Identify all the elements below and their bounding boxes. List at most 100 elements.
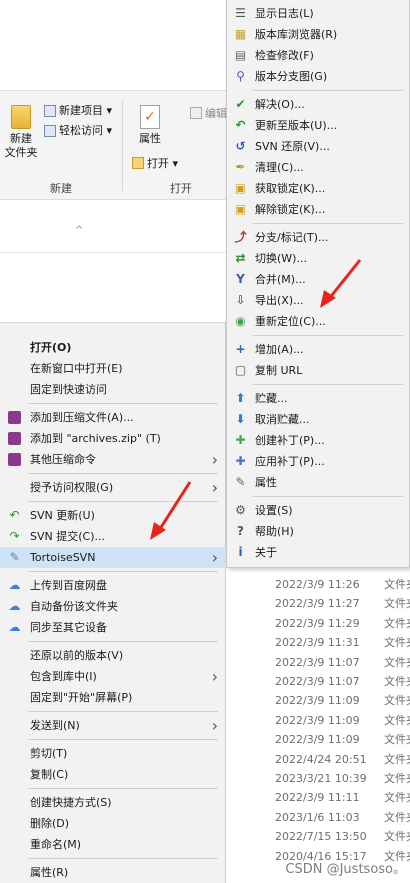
menu-item-label: 同步至其它设备: [30, 621, 107, 634]
submenu-item[interactable]: ⬆ 贮藏...: [227, 388, 409, 409]
properties-label: 属性: [139, 132, 161, 145]
submenu-item[interactable]: ✒ 清理(C)...: [227, 157, 409, 178]
table-row[interactable]: 2023/3/21 10:39 文件夹: [226, 768, 410, 789]
submenu-item[interactable]: ↶ 更新至版本(U)...: [227, 115, 409, 136]
submenu-item[interactable]: ⤴ 分支/标记(T)...: [227, 227, 409, 248]
menu-item[interactable]: 添加到 "archives.zip" (T): [0, 428, 226, 449]
table-row[interactable]: 2022/3/9 11:27 文件夹: [226, 593, 410, 614]
submenu-item[interactable]: ◉ 重新定位(C)...: [227, 311, 409, 332]
new-folder-button[interactable]: 新建 文件夹: [4, 105, 38, 160]
menu-item[interactable]: ☁ 上传到百度网盘: [0, 575, 226, 596]
menu-item[interactable]: 复制(C): [0, 764, 226, 785]
easy-access-button[interactable]: 轻松访问 ▾: [44, 123, 112, 139]
branch-icon: ⤴: [234, 230, 247, 244]
file-type: 文件夹: [384, 791, 410, 805]
submenu-item[interactable]: ✔ 解决(O)...: [227, 94, 409, 115]
submenu-item[interactable]: ▣ 解除锁定(K)...: [227, 199, 409, 220]
submenu-item[interactable]: ▢ 复制 URL: [227, 360, 409, 381]
relocate-icon: ◉: [235, 314, 246, 328]
menu-item[interactable]: 重命名(M): [0, 834, 226, 855]
submenu-item[interactable]: + 增加(A)...: [227, 339, 409, 360]
ribbon: 新建 文件夹 新建项目 ▾ 轻松访问 ▾ 新建 ✓ 属性 打开 ▾ 打开 编辑: [0, 90, 230, 200]
submenu-item[interactable]: i 关于: [227, 542, 409, 563]
edit-button[interactable]: 编辑: [190, 105, 227, 121]
log-icon: ☰: [235, 6, 246, 20]
menu-item[interactable]: 删除(D): [0, 813, 226, 834]
folder-icon: [11, 105, 31, 129]
copy-url-icon: ▢: [234, 363, 247, 377]
file-date: 2022/3/9 11:29: [275, 616, 360, 630]
table-row[interactable]: 2023/1/6 11:03 文件夹: [226, 807, 410, 828]
menu-item[interactable]: 属性(R): [0, 862, 226, 883]
menu-item[interactable]: ☁ 同步至其它设备: [0, 617, 226, 638]
submenu-item[interactable]: ☰ 显示日志(L): [227, 3, 409, 24]
group-new-label: 新建: [50, 182, 72, 195]
ribbon-divider: [122, 101, 123, 191]
table-row[interactable]: 2022/3/9 11:09 文件夹: [226, 710, 410, 731]
submenu-item[interactable]: ✚ 应用补丁(P)...: [227, 451, 409, 472]
easy-access-icon: [44, 125, 56, 137]
menu-item[interactable]: 其他压缩命令 ›: [0, 449, 226, 470]
menu-item[interactable]: ☁ 自动备份该文件夹: [0, 596, 226, 617]
submenu-item[interactable]: ? 帮助(H): [227, 521, 409, 542]
submenu-separator: [253, 223, 403, 224]
menu-item[interactable]: 添加到压缩文件(A)...: [0, 407, 226, 428]
menu-item[interactable]: 包含到库中(I) ›: [0, 666, 226, 687]
submenu-separator: [253, 335, 403, 336]
menu-item[interactable]: 在新窗口中打开(E): [0, 358, 226, 379]
table-row[interactable]: 2022/7/15 13:50 文件夹: [226, 826, 410, 847]
submenu-item[interactable]: ▦ 版本库浏览器(R): [227, 24, 409, 45]
open-label: 打开 ▾: [147, 157, 179, 170]
chevron-right-icon: ›: [211, 667, 218, 686]
table-row[interactable]: 2022/3/9 11:29 文件夹: [226, 613, 410, 634]
menu-separator: [28, 858, 218, 859]
file-date: 2022/3/9 11:26: [275, 578, 360, 591]
file-type: 文件夹: [384, 830, 410, 844]
new-item-button[interactable]: 新建项目 ▾: [44, 103, 112, 119]
table-row[interactable]: 2022/3/9 11:09 文件夹: [226, 690, 410, 711]
file-date: 2022/3/9 11:07: [275, 655, 360, 669]
submenu-item[interactable]: ✎ 属性: [227, 472, 409, 493]
table-row[interactable]: 2022/4/24 20:51 文件夹: [226, 749, 410, 770]
submenu-item[interactable]: ▤ 检查修改(F): [227, 45, 409, 66]
table-row[interactable]: 2022/3/9 11:26 文件夹: [226, 574, 410, 595]
revert-icon: ↺: [235, 139, 246, 153]
submenu-item-label: 检查修改(F): [255, 49, 314, 62]
menu-item[interactable]: 创建快捷方式(S): [0, 792, 226, 813]
menu-item-label: 包含到库中(I): [30, 670, 97, 683]
table-row[interactable]: 2022/3/9 11:09 文件夹: [226, 729, 410, 750]
submenu-item[interactable]: ⬇ 取消贮藏...: [227, 409, 409, 430]
menu-item[interactable]: 剪切(T): [0, 743, 226, 764]
menu-item[interactable]: 固定到"开始"屏幕(P): [0, 687, 226, 708]
table-row[interactable]: 2022/3/9 11:07 文件夹: [226, 671, 410, 692]
table-row[interactable]: 2022/3/9 11:11 文件夹: [226, 787, 410, 808]
menu-item-label: 属性(R): [30, 866, 69, 879]
file-date: 2022/3/9 11:27: [275, 597, 360, 611]
submenu-item-label: 更新至版本(U)...: [255, 119, 338, 132]
menu-item-label: 删除(D): [30, 817, 70, 830]
file-type: 文件夹: [384, 578, 410, 591]
file-type: 文件夹: [384, 597, 410, 611]
svn-commit-icon: ↷: [9, 529, 20, 543]
submenu-item[interactable]: ↺ SVN 还原(V)...: [227, 136, 409, 157]
table-row[interactable]: 2022/3/9 11:07 文件夹: [226, 652, 410, 673]
submenu-item[interactable]: ⚲ 版本分支图(G): [227, 66, 409, 87]
properties-button[interactable]: ✓ 属性: [132, 105, 168, 146]
submenu-item[interactable]: ▣ 获取锁定(K)...: [227, 178, 409, 199]
submenu-item[interactable]: ⚙ 设置(S): [227, 500, 409, 521]
menu-item[interactable]: 打开(O): [0, 337, 226, 358]
menu-item[interactable]: 还原以前的版本(V): [0, 645, 226, 666]
file-type: 文件夹: [384, 810, 410, 824]
submenu-item-label: 版本库浏览器(R): [255, 28, 338, 41]
chevron-right-icon: ›: [211, 450, 218, 469]
menu-item[interactable]: 固定到快速访问: [0, 379, 226, 400]
menu-item-label: 其他压缩命令: [30, 453, 96, 466]
cleanup-icon: ✒: [235, 160, 246, 174]
sort-caret-up-icon[interactable]: ^: [75, 225, 83, 236]
table-row[interactable]: 2022/3/9 11:31 文件夹: [226, 632, 410, 653]
menu-item[interactable]: ✎ TortoiseSVN ›: [0, 547, 226, 568]
menu-item[interactable]: 发送到(N) ›: [0, 715, 226, 736]
open-button[interactable]: 打开 ▾: [132, 155, 178, 171]
apply-patch-icon: ✚: [235, 454, 246, 468]
submenu-item[interactable]: ✚ 创建补丁(P)...: [227, 430, 409, 451]
